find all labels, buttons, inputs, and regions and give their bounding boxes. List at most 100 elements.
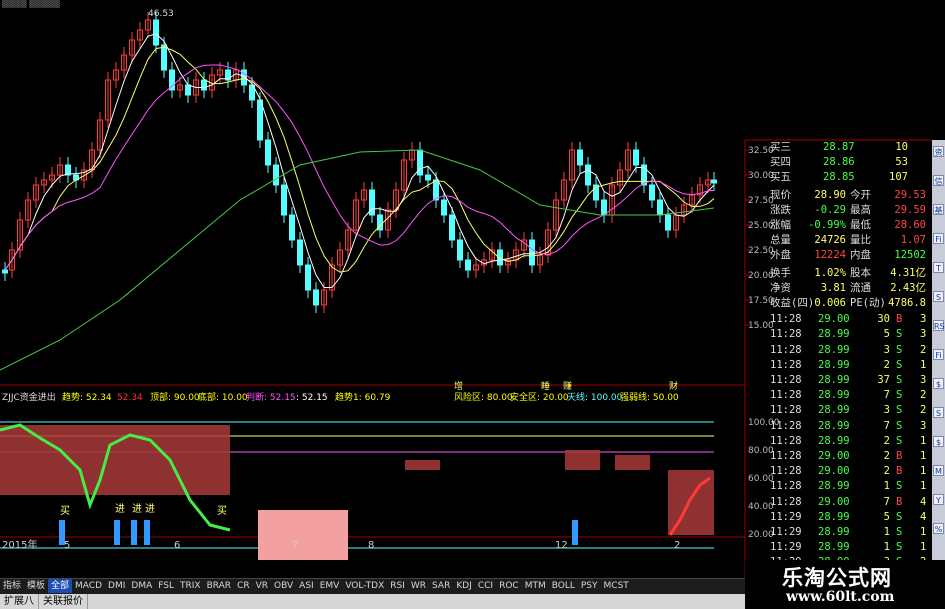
side-tool-icon[interactable]: T: [933, 262, 944, 273]
indicator-name: ZJJC资金进出: [2, 391, 56, 403]
tick-vol: 1: [883, 526, 890, 538]
indicator-tab[interactable]: TRIX: [177, 579, 204, 593]
side-tool-icon[interactable]: Fi: [933, 349, 944, 360]
candle-body: [433, 179, 439, 201]
tick-count: 3: [920, 374, 927, 386]
tick-vol: 2: [883, 465, 890, 478]
signal-3: 进: [132, 503, 142, 515]
side-tool-icon[interactable]: S: [933, 291, 944, 302]
indicator-tab[interactable]: 模板: [24, 579, 48, 593]
side-tool-icon[interactable]: M: [933, 465, 944, 476]
indicator-tab-bar[interactable]: 指标 模板 全部 MACD DMI DMA FSL TRIX BRAR CR VR OBV ASI EMV…: [0, 578, 745, 594]
tick-vol: 3: [883, 404, 890, 417]
tick-time: 11:28: [770, 419, 802, 432]
indicator-red-zone: [405, 460, 440, 470]
indicator-tab[interactable]: VOL-TDX: [342, 579, 387, 593]
indicator-tab[interactable]: MTM: [522, 579, 549, 593]
indicator-tab[interactable]: EMV: [317, 579, 343, 593]
signal-5: 买: [217, 505, 227, 517]
indicator-tab[interactable]: BOLL: [549, 579, 578, 593]
indicator-blue-bar: [114, 520, 120, 545]
indicator-tab[interactable]: ASI: [296, 579, 317, 593]
tick-row: 11:28 28.99 3 S 2: [768, 343, 928, 358]
ma-line: [4, 64, 715, 271]
candlesticks: [2, 12, 717, 313]
indicator-tab[interactable]: ROC: [496, 579, 522, 593]
tick-time: 11:28: [770, 434, 802, 447]
stat-label: 净资: [770, 281, 791, 294]
tab-related-quote[interactable]: 关联报价: [39, 594, 88, 609]
indicator-tab[interactable]: 全部: [48, 579, 73, 593]
stat-value: 1.07: [900, 234, 926, 247]
indicator-tab[interactable]: PSY: [578, 579, 601, 593]
indicator-judge: 判断: 52.15: [246, 391, 296, 403]
candle-body: [265, 139, 271, 166]
marker-4: 财: [669, 380, 678, 392]
tick-time: 11:28: [770, 358, 802, 371]
side-tool-icon[interactable]: Fi: [933, 233, 944, 244]
indicator-tab[interactable]: DMA: [128, 579, 155, 593]
tick-row: 11:29 28.99 5 S 4: [768, 510, 928, 525]
side-tool-icon[interactable]: 信: [933, 175, 944, 186]
indicator-tab[interactable]: CR: [234, 579, 253, 593]
tick-count: 2: [920, 389, 927, 402]
stat-label: 涨幅: [770, 219, 791, 231]
indicator-tab[interactable]: MCST: [601, 579, 632, 593]
indicator-tab[interactable]: MACD: [72, 579, 105, 593]
side-tool-icon[interactable]: 基: [933, 204, 944, 215]
indicator-tab[interactable]: CCI: [475, 579, 496, 593]
indicator-tab[interactable]: WR: [408, 579, 429, 593]
x-label-2: 2: [674, 540, 680, 551]
x-label-5: 5: [64, 540, 70, 551]
indicator-tab[interactable]: KDJ: [453, 579, 475, 593]
tick-row: 11:28 28.99 5 S 3: [768, 327, 928, 342]
stat-row: 现价 28.90 今开 29.53: [768, 188, 928, 203]
indicator-tab[interactable]: SAR: [429, 579, 453, 593]
candle-body: [281, 184, 287, 216]
tick-vol: 7: [883, 389, 890, 402]
indicator-tab[interactable]: DMI: [105, 579, 128, 593]
tick-side: S: [896, 434, 903, 447]
x-label-6: 6: [174, 540, 180, 551]
side-tool-icon[interactable]: $: [933, 378, 944, 389]
tick-time: 11:28: [770, 465, 802, 478]
side-tool-icon[interactable]: $: [933, 436, 944, 447]
ask-row: 买五 28.85 107: [768, 170, 928, 185]
tick-vol: 3: [883, 343, 890, 356]
indicator-tab[interactable]: BRAR: [204, 579, 234, 593]
indicator-tab[interactable]: VR: [253, 579, 271, 593]
indicator-risk-zone: 风险区: 80.00: [454, 391, 513, 403]
stat-value: 29.53: [894, 188, 926, 201]
tick-count: 1: [920, 465, 927, 478]
indicator-tab[interactable]: OBV: [271, 579, 296, 593]
indicator-tab[interactable]: RSI: [387, 579, 408, 593]
tick-time: 11:29: [770, 510, 802, 523]
indicator-top: 顶部: 90.00: [150, 391, 200, 403]
indicator-tab[interactable]: 指标: [0, 579, 24, 593]
status-bar[interactable]: 扩展八 关联报价: [0, 594, 770, 609]
indicator-judge-val: : 52.15: [296, 393, 328, 403]
side-tool-icon[interactable]: S: [933, 407, 944, 418]
tick-side: S: [896, 541, 903, 554]
stat-label: 最低: [850, 219, 871, 231]
side-tool-icon[interactable]: Y: [933, 494, 944, 505]
tick-price: 29.00: [818, 495, 850, 508]
stat-value: -0.99%: [808, 219, 846, 231]
side-toolbar[interactable]: 资信基 Fi T S RSI Fi $ S $ M Y%: [932, 140, 945, 560]
stat-row: 总量 24726 量比 1.07: [768, 233, 928, 248]
tick-side: B: [896, 495, 903, 508]
ask-row: 买三 28.87 10: [768, 140, 928, 155]
side-tool-icon[interactable]: 资: [933, 146, 944, 157]
tick-vol: 2: [883, 434, 890, 447]
chart-caption-faded: ▒▒▒▒ ▒▒▒▒▒: [2, 0, 61, 8]
x-label-year: 2015年: [2, 538, 37, 551]
side-tool-icon[interactable]: %: [933, 523, 944, 534]
tick-price: 28.99: [818, 434, 850, 447]
side-tool-icon[interactable]: RSI: [933, 320, 945, 331]
tab-extend[interactable]: 扩展八: [0, 594, 39, 609]
stat-row: 换手 1.02% 股本 4.31亿: [768, 266, 928, 281]
stat-label: 内盘: [850, 249, 871, 262]
ask-price: 28.85: [823, 171, 855, 184]
indicator-tab[interactable]: FSL: [155, 579, 177, 593]
ask-vol: 107: [889, 171, 908, 184]
